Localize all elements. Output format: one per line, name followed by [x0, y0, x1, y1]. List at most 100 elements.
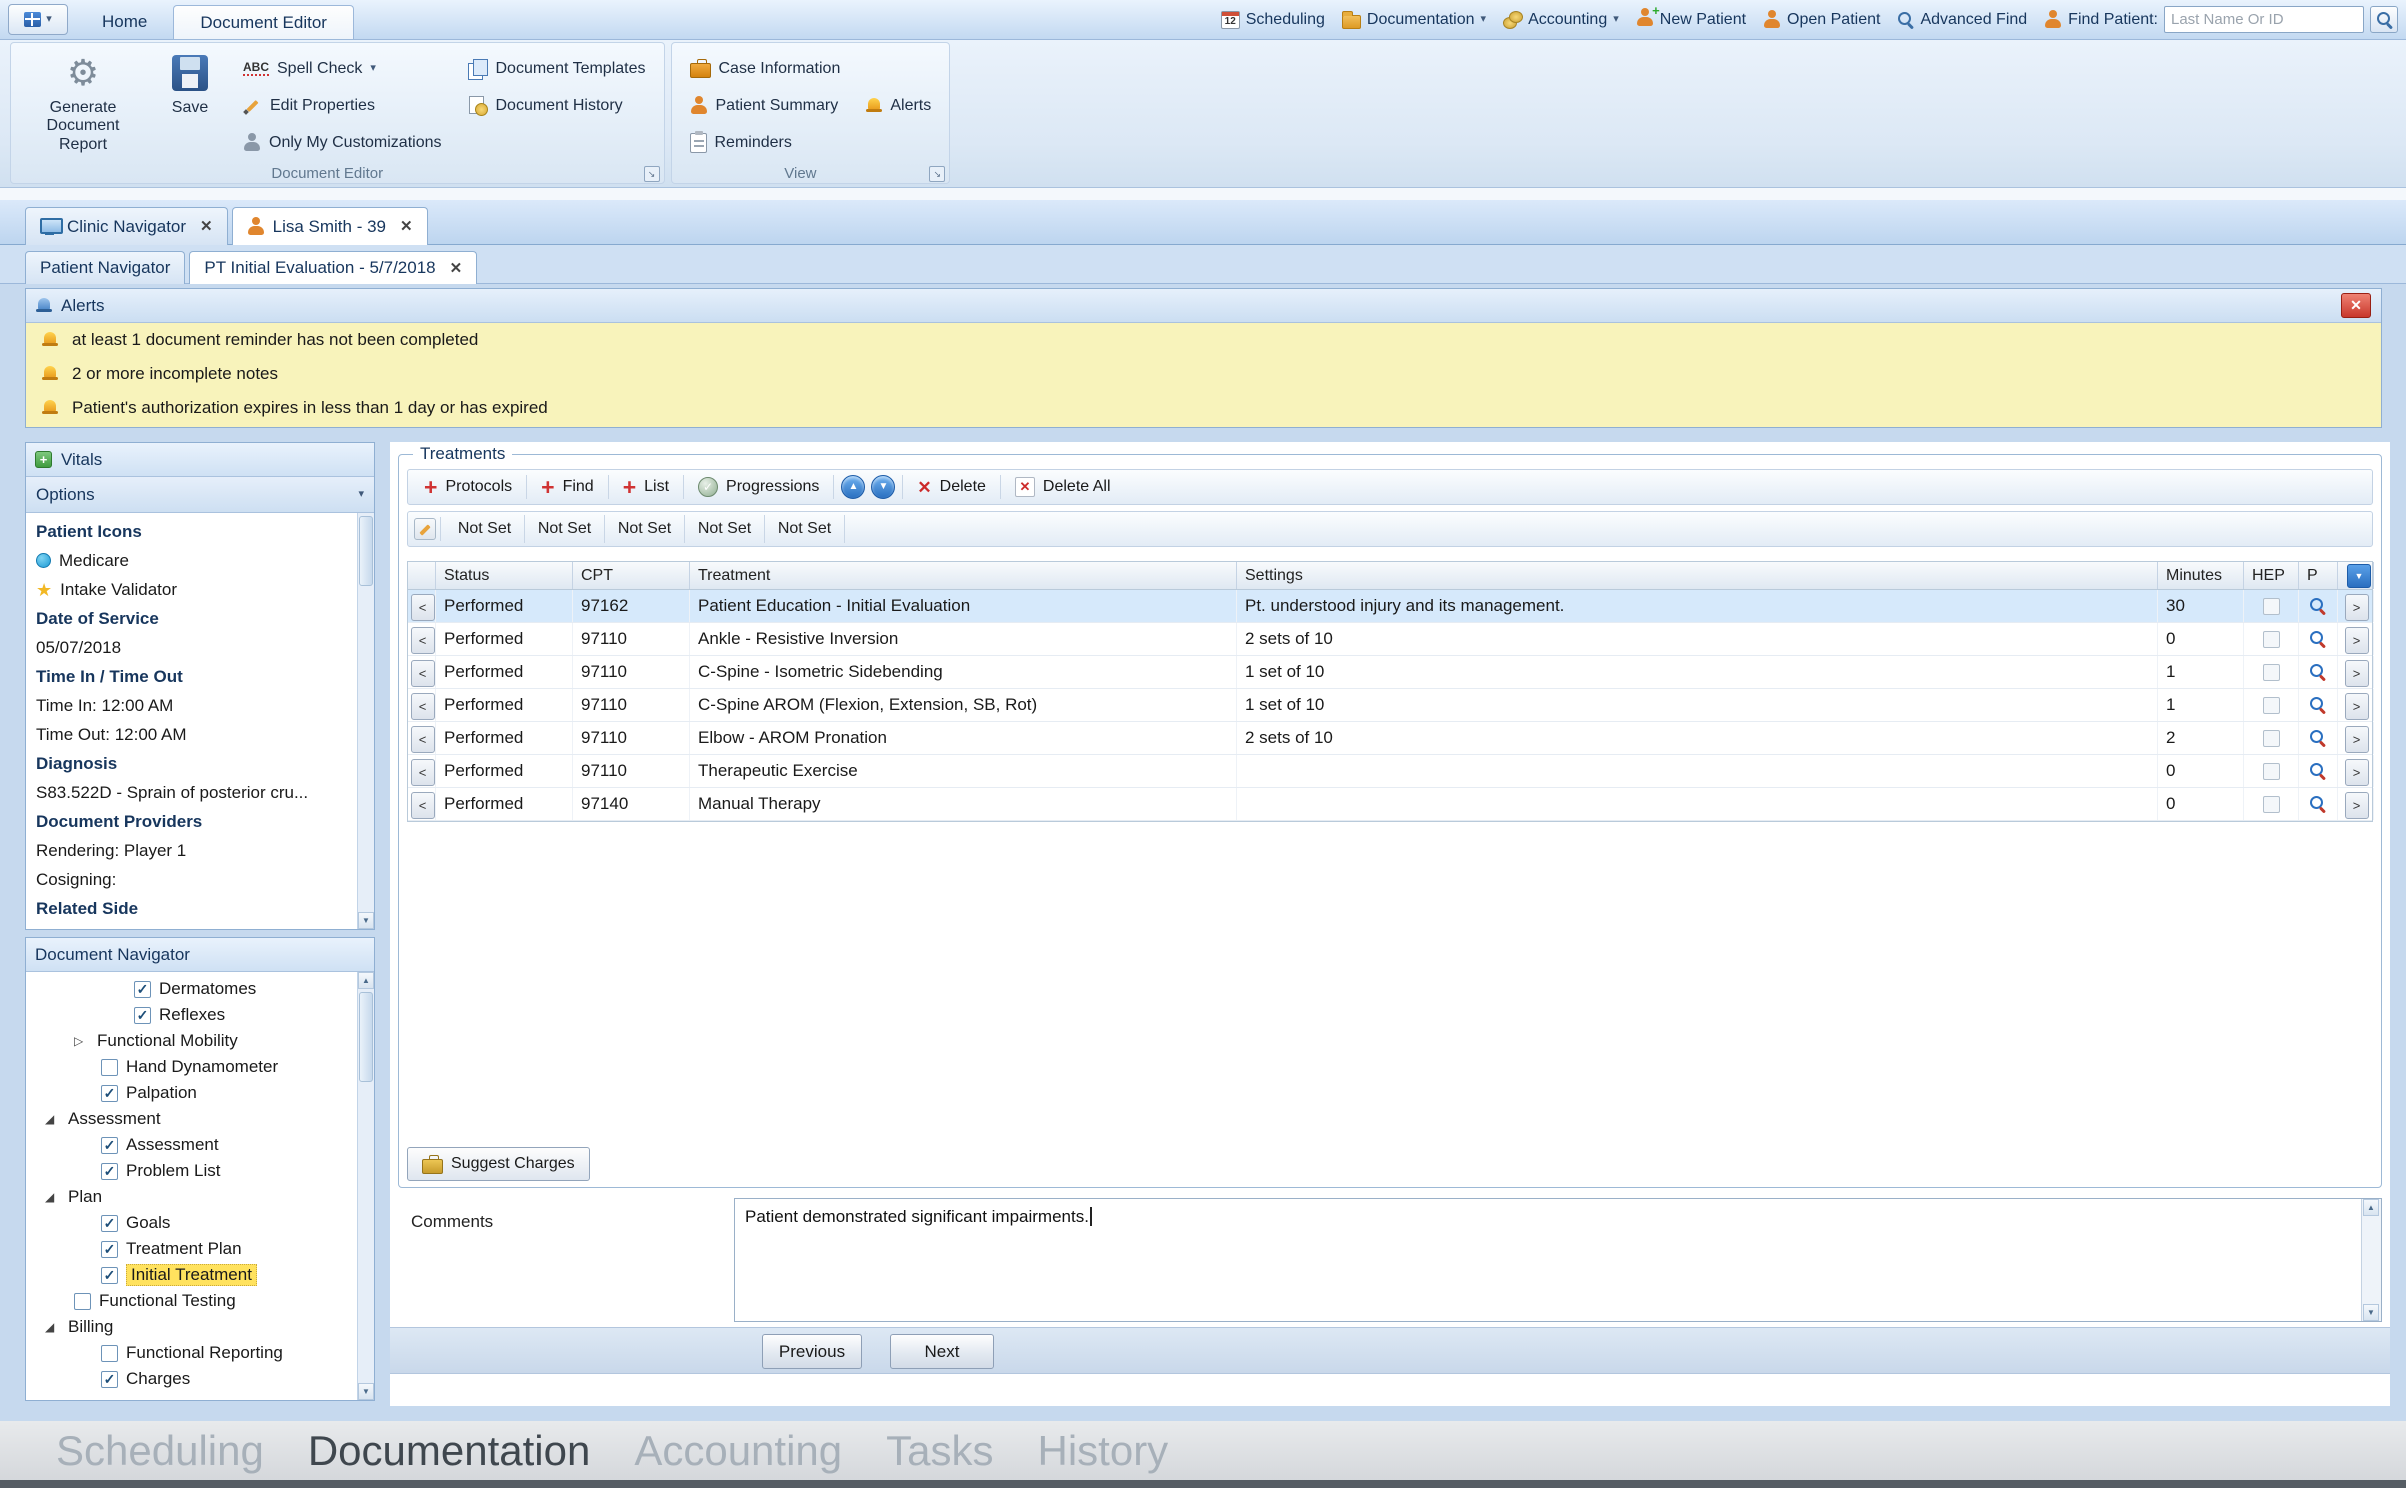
row-expand-button[interactable]: >	[2345, 693, 2369, 720]
tree-item-goals[interactable]: ✓Goals	[26, 1210, 357, 1236]
save-button[interactable]: Save	[155, 47, 225, 160]
dialog-launcher-icon[interactable]: ↘	[644, 166, 660, 182]
tree-item-treatment-plan[interactable]: ✓Treatment Plan	[26, 1236, 357, 1262]
collapse-icon[interactable]: ◢	[45, 1190, 60, 1204]
progression-lookup-icon[interactable]	[2308, 662, 2328, 682]
comments-scrollbar[interactable]: ▲ ▼	[2361, 1199, 2381, 1321]
column-minutes[interactable]: Minutes	[2158, 562, 2244, 589]
checkbox[interactable]	[74, 1293, 91, 1310]
edit-times-icon[interactable]	[414, 518, 436, 540]
close-alerts-button[interactable]: ✕	[2341, 293, 2371, 318]
table-row[interactable]: < Performed 97110 Elbow - AROM Pronation…	[408, 722, 2372, 755]
scroll-down-icon[interactable]: ▼	[358, 1383, 374, 1400]
tree-item-hand-dynamometer[interactable]: Hand Dynamometer	[26, 1054, 357, 1080]
document-history-button[interactable]: Document History	[460, 88, 654, 123]
scheduling-button[interactable]: 12 Scheduling	[1221, 11, 1325, 29]
column-status[interactable]: Status	[436, 562, 573, 589]
checkbox[interactable]: ✓	[101, 1371, 118, 1388]
hep-checkbox[interactable]	[2263, 730, 2280, 747]
progression-lookup-icon[interactable]	[2308, 596, 2328, 616]
suggest-charges-button[interactable]: Suggest Charges	[407, 1147, 590, 1181]
row-expand-button[interactable]: >	[2345, 627, 2369, 654]
row-collapse-button[interactable]: <	[411, 792, 435, 819]
options-dropdown[interactable]: Options ▾	[26, 477, 374, 513]
search-button[interactable]	[2370, 6, 2398, 33]
checkbox[interactable]: ✓	[134, 981, 151, 998]
row-expand-button[interactable]: >	[2345, 594, 2369, 621]
previous-button[interactable]: Previous	[762, 1334, 862, 1369]
bottom-nav-documentation[interactable]: Documentation	[308, 1427, 591, 1475]
row-expand-button[interactable]: >	[2345, 759, 2369, 786]
not-set-button[interactable]: Not Set	[525, 515, 605, 543]
scroll-up-icon[interactable]: ▲	[2363, 1199, 2379, 1216]
scrollbar-thumb[interactable]	[359, 516, 373, 586]
advanced-find-button[interactable]: Advanced Find	[1897, 11, 2027, 29]
reminders-button[interactable]: Reminders	[682, 125, 849, 160]
hep-checkbox[interactable]	[2263, 796, 2280, 813]
column-treatment[interactable]: Treatment	[690, 562, 1237, 589]
edit-properties-button[interactable]: Edit Properties	[235, 88, 450, 123]
hep-checkbox[interactable]	[2263, 631, 2280, 648]
scroll-up-icon[interactable]: ▲	[358, 972, 374, 989]
table-row[interactable]: < Performed 97110 Ankle - Resistive Inve…	[408, 623, 2372, 656]
delete-button[interactable]: ✕Delete	[907, 478, 996, 496]
row-collapse-button[interactable]: <	[411, 594, 435, 621]
window-menu-button[interactable]: ▾	[8, 4, 68, 35]
tree-item-dermatomes[interactable]: ✓Dermatomes	[26, 976, 357, 1002]
row-expand-button[interactable]: >	[2345, 660, 2369, 687]
tab-pt-initial-evaluation[interactable]: PT Initial Evaluation - 5/7/2018 ✕	[189, 251, 477, 284]
next-button[interactable]: Next	[890, 1334, 994, 1369]
checkbox[interactable]: ✓	[101, 1085, 118, 1102]
tree-item-problem-list[interactable]: ✓Problem List	[26, 1158, 357, 1184]
spell-check-button[interactable]: ABC Spell Check ▾	[235, 51, 450, 86]
tree-item-charges[interactable]: ✓Charges	[26, 1366, 357, 1392]
comments-textarea[interactable]: Patient demonstrated significant impairm…	[734, 1198, 2382, 1322]
table-row[interactable]: < Performed 97110 C-Spine - Isometric Si…	[408, 656, 2372, 689]
navigator-scrollbar[interactable]: ▲ ▼	[357, 972, 374, 1400]
bottom-nav-tasks[interactable]: Tasks	[886, 1427, 993, 1475]
move-up-button[interactable]: ▲	[841, 475, 865, 499]
tree-item-reflexes[interactable]: ✓Reflexes	[26, 1002, 357, 1028]
not-set-button[interactable]: Not Set	[765, 515, 845, 543]
list-button[interactable]: +List	[613, 476, 679, 499]
scrollbar-thumb[interactable]	[359, 992, 373, 1082]
tree-item-assessment[interactable]: ✓Assessment	[26, 1132, 357, 1158]
scroll-down-icon[interactable]: ▼	[2363, 1304, 2379, 1321]
tab-clinic-navigator[interactable]: Clinic Navigator ✕	[25, 207, 228, 245]
tab-patient-lisa-smith[interactable]: Lisa Smith - 39 ✕	[232, 207, 428, 245]
find-button[interactable]: +Find	[531, 476, 604, 499]
accounting-menu[interactable]: Accounting ▾	[1503, 11, 1619, 29]
documentation-menu[interactable]: Documentation ▾	[1342, 11, 1486, 29]
row-expand-button[interactable]: >	[2345, 726, 2369, 753]
column-hep[interactable]: HEP	[2244, 562, 2299, 589]
column-settings[interactable]: Settings	[1237, 562, 2158, 589]
tree-item-functional-testing[interactable]: Functional Testing	[26, 1288, 357, 1314]
protocols-button[interactable]: +Protocols	[414, 476, 522, 499]
table-row[interactable]: < Performed 97140 Manual Therapy 0 >	[408, 788, 2372, 821]
checkbox[interactable]: ✓	[101, 1215, 118, 1232]
ribbon-tab-home[interactable]: Home	[76, 5, 173, 39]
generate-document-report-button[interactable]: ⚙ Generate Document Report	[21, 47, 145, 160]
tab-patient-navigator[interactable]: Patient Navigator	[25, 251, 185, 284]
not-set-button[interactable]: Not Set	[445, 515, 525, 543]
collapse-icon[interactable]: ◢	[45, 1112, 60, 1126]
alerts-button[interactable]: Alerts	[858, 88, 939, 123]
row-collapse-button[interactable]: <	[411, 759, 435, 786]
row-expand-button[interactable]: >	[2345, 792, 2369, 819]
open-patient-button[interactable]: Open Patient	[1763, 10, 1880, 29]
only-my-customizations-button[interactable]: Only My Customizations	[235, 125, 450, 160]
tree-item-initial-treatment[interactable]: ✓Initial Treatment	[26, 1262, 357, 1288]
find-patient-input[interactable]	[2164, 6, 2364, 33]
column-cpt[interactable]: CPT	[573, 562, 690, 589]
checkbox[interactable]	[101, 1059, 118, 1076]
progression-lookup-icon[interactable]	[2308, 728, 2328, 748]
delete-all-button[interactable]: ✕Delete All	[1005, 477, 1121, 497]
column-p[interactable]: P	[2299, 562, 2338, 589]
tree-group-billing[interactable]: ◢Billing	[26, 1314, 357, 1340]
progression-lookup-icon[interactable]	[2308, 794, 2328, 814]
column-options-button[interactable]: ▼	[2347, 564, 2371, 588]
scroll-down-icon[interactable]: ▼	[358, 912, 374, 929]
checkbox[interactable]	[101, 1345, 118, 1362]
not-set-button[interactable]: Not Set	[605, 515, 685, 543]
tree-group-plan[interactable]: ◢Plan	[26, 1184, 357, 1210]
